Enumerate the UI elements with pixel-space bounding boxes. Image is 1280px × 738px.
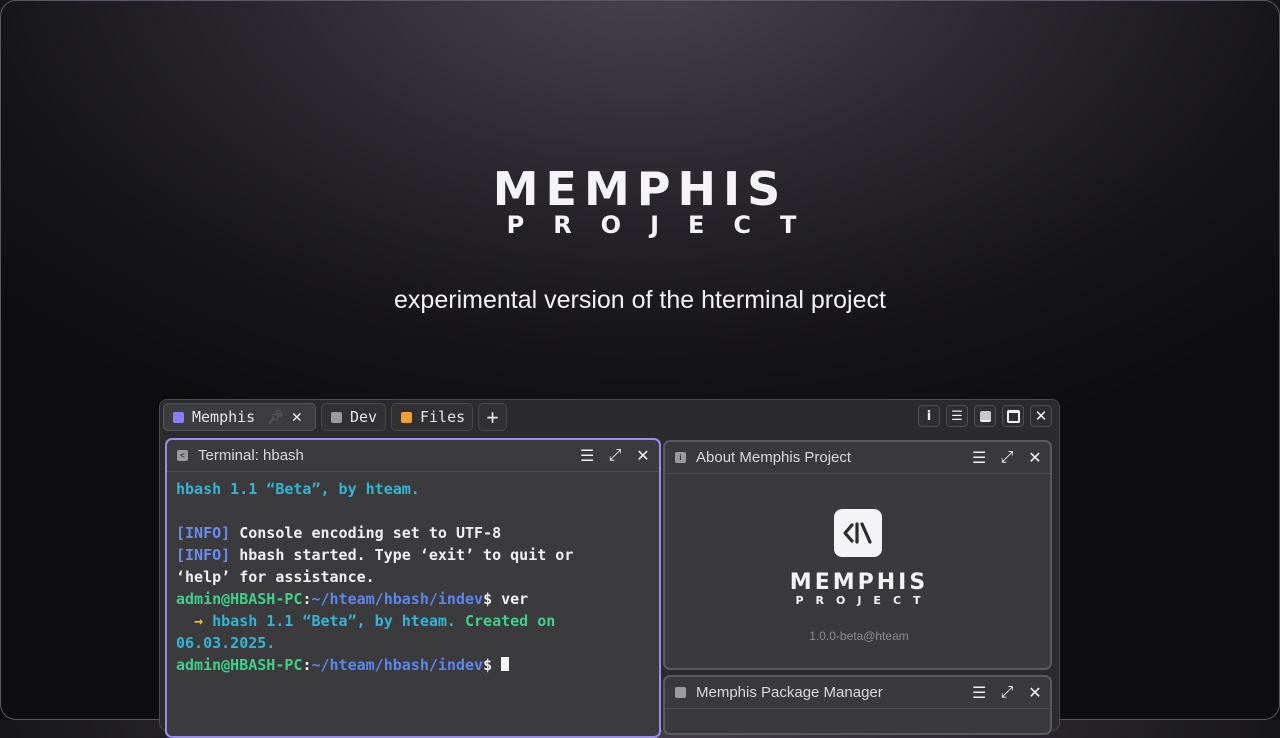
hero-logo-subtitle: PROJECT [506,211,826,239]
terminal-header: < Terminal: hbash ☰ ⤢ ✕ [167,440,659,472]
package-manager-pane[interactable]: Memphis Package Manager ☰ ⤢ ✕ [663,675,1052,735]
terminal-line: ‘help’ for assistance. [176,568,375,586]
terminal-pane[interactable]: < Terminal: hbash ☰ ⤢ ✕ hbash 1.1 “Beta”… [165,438,661,738]
command-text: ver [501,590,529,608]
tab-files[interactable]: Files [391,403,473,431]
close-icon[interactable]: ✕ [1028,683,1042,703]
expand-icon[interactable]: ⤢ [1000,684,1014,702]
package-manager-title: Memphis Package Manager [696,684,883,701]
tab-label: Memphis [192,408,256,426]
tab-label: Dev [350,408,378,426]
prompt-user: admin@HBASH-PC [176,590,303,608]
prompt-symbol: $ [483,590,502,608]
prompt-path: ~/hteam/hbash/indev [311,590,484,608]
menu-icon[interactable]: ☰ [972,683,986,703]
package-manager-header: Memphis Package Manager ☰ ⤢ ✕ [665,677,1050,709]
close-window-button[interactable]: ✕ [1030,405,1052,427]
folder-icon [401,411,412,423]
about-logo-title: MEMPHIS [789,570,929,595]
info-tag: [INFO] [176,546,231,564]
tab-dev[interactable]: Dev [321,403,386,431]
minimize-button[interactable] [974,405,996,427]
expand-icon[interactable]: ⤢ [608,447,622,465]
prompt-user: admin@HBASH-PC [176,656,303,674]
command-output-date: 06.03.2025. [176,634,276,652]
terminal-banner: hbash 1.1 “Beta”, by hteam. [176,480,420,498]
menu-button[interactable]: ☰ [946,405,968,427]
close-icon[interactable]: ✕ [1028,448,1042,468]
expand-icon[interactable]: ⤢ [1000,449,1014,467]
info-button[interactable]: i [918,405,940,427]
hero-logo-title: MEMPHIS [492,162,788,216]
terminal-controls: ☰ ⤢ ✕ [580,440,650,471]
maximize-button[interactable] [1002,405,1024,427]
tab-label: Files [420,408,466,426]
menu-icon[interactable]: ☰ [580,446,594,466]
tab-memphis[interactable]: Memphis 📌︎ ✕ [163,403,316,431]
maximize-icon [1006,409,1020,423]
package-manager-controls: ☰ ⤢ ✕ [972,677,1042,708]
terminal-title: Terminal: hbash [198,447,304,464]
arrow-icon: → [176,612,213,630]
about-pane[interactable]: i About Memphis Project ☰ ⤢ ✕ MEMPHIS PR… [663,440,1052,670]
about-header: i About Memphis Project ☰ ⤢ ✕ [665,442,1050,474]
version-label: 1.0.0-beta@hteam [809,629,909,643]
command-output: hbash 1.1 “Beta”, by hteam. [212,612,465,630]
pin-icon[interactable]: 📌︎ [267,410,284,425]
terminal-line: hbash started. Type ‘exit’ to quit or [230,546,574,564]
memphis-logo-icon [834,509,882,557]
close-tab-icon[interactable]: ✕ [292,407,302,427]
about-controls: ☰ ⤢ ✕ [972,442,1042,473]
hero-tagline: experimental version of the hterminal pr… [394,286,886,314]
info-icon: i [675,452,686,463]
terminal-cursor [501,657,510,671]
add-tab-button[interactable]: + [478,403,507,431]
menu-icon[interactable]: ☰ [972,448,986,468]
terminal-line: Console encoding set to UTF-8 [230,524,502,542]
command-output-created: Created on [465,612,556,630]
plus-icon: + [486,405,499,429]
close-icon[interactable]: ✕ [636,446,650,466]
about-logo-subtitle: PROJECT [795,594,933,607]
prompt-path: ~/hteam/hbash/indev [311,656,484,674]
package-icon [675,687,686,698]
info-icon: i [926,408,932,424]
app-window: Memphis 📌︎ ✕ Dev Files + i ☰ ✕ < Termina… [159,399,1060,738]
dev-tab-icon [331,411,342,423]
memphis-tab-icon [173,411,184,423]
prompt-symbol: $ [483,656,502,674]
terminal-output[interactable]: hbash 1.1 “Beta”, by hteam. [INFO] Conso… [167,472,659,676]
close-icon: ✕ [1034,407,1048,425]
menu-icon: ☰ [951,408,963,424]
info-tag: [INFO] [176,524,231,542]
minimize-icon [979,410,991,422]
about-title: About Memphis Project [696,449,852,466]
terminal-icon: < [177,450,188,461]
